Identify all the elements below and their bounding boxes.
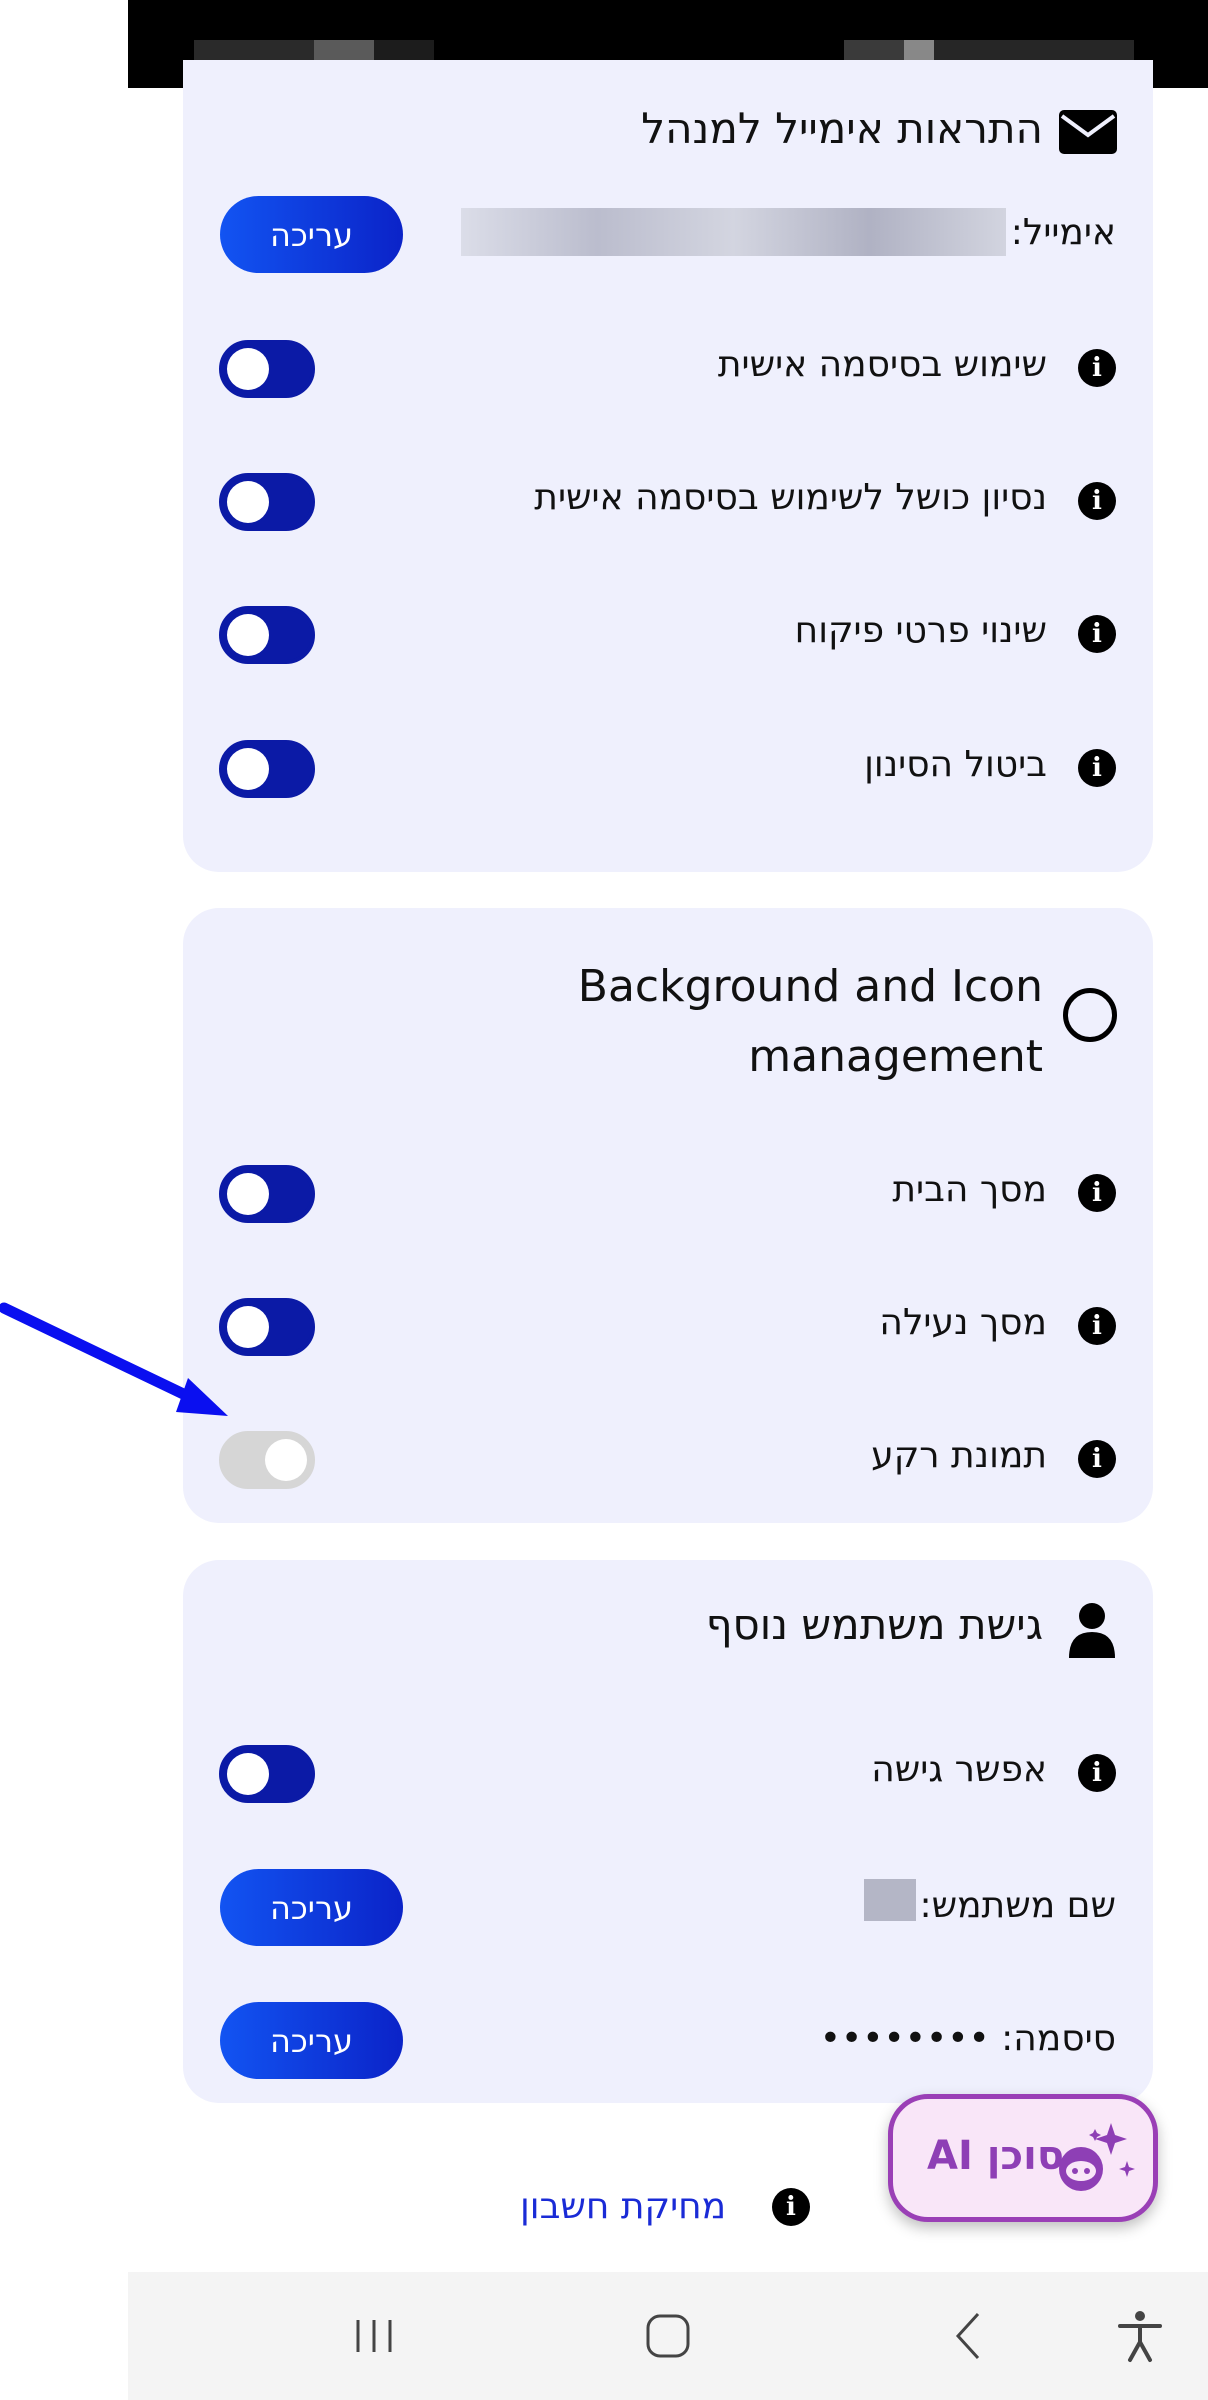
toggle-row: i ביטול הסינון bbox=[183, 728, 1153, 808]
username-edit-button[interactable]: עריכה bbox=[220, 1869, 403, 1946]
failed-password-attempt-toggle[interactable] bbox=[219, 473, 315, 531]
ai-agent-button[interactable]: סוכן AI bbox=[888, 2094, 1158, 2222]
title-line: Background and Icon bbox=[577, 961, 1043, 1012]
info-icon[interactable]: i bbox=[1078, 1754, 1116, 1792]
allow-access-toggle[interactable] bbox=[219, 1745, 315, 1803]
personal-password-toggle[interactable] bbox=[219, 340, 315, 398]
username-value-redacted bbox=[864, 1879, 916, 1921]
toggle-row: i שימוש בסיסמה אישית bbox=[183, 328, 1153, 408]
background-icon-card: Background and Icon management i מסך הבי… bbox=[183, 908, 1153, 1523]
info-icon[interactable]: i bbox=[1078, 482, 1116, 520]
toggle-knob bbox=[227, 1173, 269, 1215]
toggle-row: i נסיון כושל לשימוש בסיסמה אישית bbox=[183, 461, 1153, 541]
toggle-knob bbox=[227, 614, 269, 656]
toggle-label: ביטול הסינון bbox=[864, 744, 1047, 785]
toggle-row: i מסך נעילה bbox=[183, 1286, 1153, 1366]
home-screen-toggle[interactable] bbox=[219, 1165, 315, 1223]
toggle-knob bbox=[227, 1753, 269, 1795]
password-row: סיסמה: •••••••• עריכה bbox=[183, 2000, 1153, 2080]
password-edit-button[interactable]: עריכה bbox=[220, 2002, 403, 2079]
back-icon[interactable] bbox=[940, 2306, 1000, 2366]
annotation-arrow bbox=[0, 1302, 228, 1416]
toggle-row: i אפשר גישה bbox=[183, 1733, 1153, 1813]
email-edit-button[interactable]: עריכה bbox=[220, 196, 403, 273]
circle-icon bbox=[1063, 988, 1117, 1042]
admin-email-card: התראות אימייל למנהל אימייל: עריכה i שימו… bbox=[183, 60, 1153, 872]
info-icon[interactable]: i bbox=[1078, 1440, 1116, 1478]
extra-user-card: גישת משתמש נוסף i אפשר גישה שם משתמש: ער… bbox=[183, 1560, 1153, 2103]
extra-user-title: גישת משתמש נוסף bbox=[705, 1600, 1043, 1649]
toggle-label: אפשר גישה bbox=[871, 1749, 1047, 1790]
delete-account-link[interactable]: מחיקת חשבון bbox=[520, 2186, 726, 2227]
email-row: אימייל: עריכה bbox=[183, 194, 1153, 274]
robot-sparkle-icon bbox=[1059, 2123, 1135, 2191]
email-label: אימייל: bbox=[1010, 212, 1116, 253]
wallpaper-toggle[interactable] bbox=[219, 1431, 315, 1489]
supervision-change-toggle[interactable] bbox=[219, 606, 315, 664]
password-label: סיסמה: •••••••• bbox=[819, 2018, 1116, 2059]
toggle-row: i תמונת רקע bbox=[183, 1419, 1153, 1499]
toggle-label: תמונת רקע bbox=[871, 1435, 1047, 1476]
system-navigation-bar bbox=[128, 2272, 1208, 2400]
admin-email-title: התראות אימייל למנהל bbox=[641, 104, 1043, 153]
user-icon bbox=[1067, 1602, 1117, 1658]
info-icon[interactable]: i bbox=[1078, 1307, 1116, 1345]
toggle-row: i שינוי פרטי פיקוח bbox=[183, 594, 1153, 674]
info-icon[interactable]: i bbox=[1078, 615, 1116, 653]
title-line: management bbox=[748, 1031, 1043, 1082]
toggle-row: i מסך הבית bbox=[183, 1153, 1153, 1233]
envelope-icon bbox=[1059, 110, 1117, 154]
username-row: שם משתמש: עריכה bbox=[183, 1867, 1153, 1947]
home-icon[interactable] bbox=[638, 2306, 698, 2366]
recent-apps-icon[interactable] bbox=[344, 2306, 404, 2366]
toggle-label: מסך נעילה bbox=[879, 1302, 1047, 1343]
info-icon[interactable]: i bbox=[1078, 1174, 1116, 1212]
toggle-label: שינוי פרטי פיקוח bbox=[794, 610, 1047, 651]
ai-agent-label: סוכן AI bbox=[927, 2133, 1065, 2179]
username-label: שם משתמש: bbox=[919, 1885, 1116, 1926]
email-value-redacted bbox=[461, 208, 1006, 256]
delete-account-row: מחיקת חשבון i bbox=[520, 2178, 810, 2238]
background-icon-title: Background and Icon management bbox=[578, 952, 1043, 1092]
toggle-knob bbox=[227, 348, 269, 390]
toggle-knob bbox=[227, 748, 269, 790]
toggle-label: שימוש בסיסמה אישית bbox=[717, 344, 1047, 385]
toggle-knob bbox=[265, 1439, 307, 1481]
filter-cancel-toggle[interactable] bbox=[219, 740, 315, 798]
toggle-label: נסיון כושל לשימוש בסיסמה אישית bbox=[534, 477, 1047, 518]
accessibility-icon[interactable] bbox=[1110, 2306, 1170, 2366]
info-icon[interactable]: i bbox=[1078, 749, 1116, 787]
toggle-knob bbox=[227, 481, 269, 523]
info-icon[interactable]: i bbox=[1078, 349, 1116, 387]
toggle-label: מסך הבית bbox=[892, 1169, 1047, 1210]
info-icon[interactable]: i bbox=[772, 2188, 810, 2226]
